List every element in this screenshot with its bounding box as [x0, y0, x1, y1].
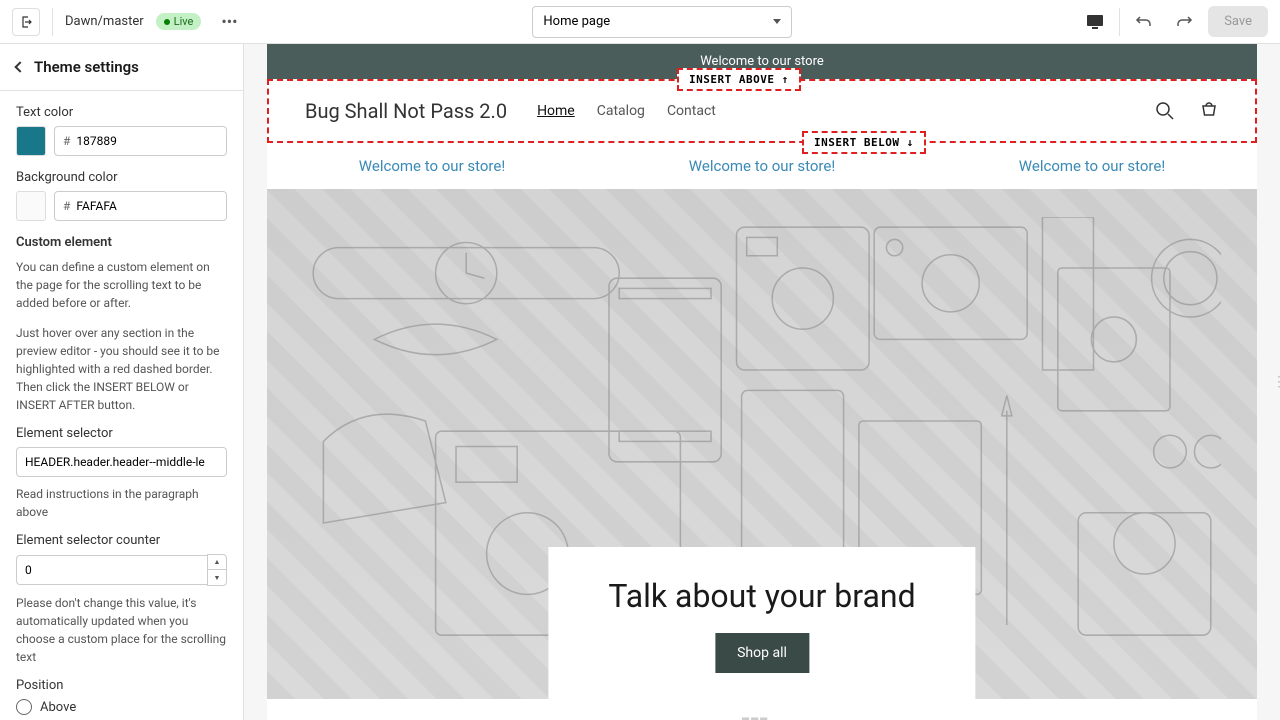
bg-color-row: # — [16, 191, 227, 221]
counter-row: ▲ ▼ — [16, 554, 227, 586]
custom-element-heading: Custom element — [16, 235, 227, 250]
position-label: Position — [16, 678, 227, 693]
hero-card: Talk about your brand Shop all — [548, 547, 975, 699]
nav-home[interactable]: Home — [537, 103, 575, 119]
counter-input[interactable] — [16, 555, 207, 585]
radio-icon — [16, 699, 32, 715]
counter-stepper: ▲ ▼ — [207, 554, 227, 586]
custom-help-1: You can define a custom element on the p… — [16, 258, 227, 312]
theme-name: Dawn/master — [65, 14, 144, 29]
position-above-label: Above — [40, 700, 76, 715]
step-down-button[interactable]: ▼ — [208, 570, 226, 585]
marquee-item: Welcome to our store! — [689, 157, 835, 175]
main: Theme settings Text color # Background c… — [0, 44, 1280, 720]
custom-help-2: Just hover over any section in the previ… — [16, 324, 227, 414]
topbar-left: Dawn/master Live ••• — [12, 8, 246, 36]
resize-handle-right[interactable]: ⋮⋮ — [1272, 362, 1278, 402]
desktop-icon — [1086, 14, 1104, 30]
hero-section: Talk about your brand Shop all — [267, 189, 1257, 699]
hash-prefix: # — [63, 134, 70, 148]
chevron-left-icon — [14, 61, 25, 72]
store-brand: Bug Shall Not Pass 2.0 — [305, 99, 507, 123]
more-button[interactable]: ••• — [213, 8, 245, 35]
undo-icon — [1135, 13, 1153, 31]
text-color-label: Text color — [16, 105, 227, 120]
live-label: Live — [174, 15, 194, 28]
step-up-button[interactable]: ▲ — [208, 555, 226, 570]
scrolling-text: Welcome to our store! Welcome to our sto… — [267, 143, 1257, 189]
topbar-right: Save — [1079, 6, 1268, 38]
nav: Home Catalog Contact — [537, 103, 716, 119]
cart-icon[interactable] — [1199, 101, 1219, 121]
counter-label: Element selector counter — [16, 533, 227, 548]
page-select-value: Home page — [543, 14, 610, 29]
topbar: Dawn/master Live ••• Home page Save — [0, 0, 1280, 44]
nav-contact[interactable]: Contact — [667, 103, 716, 119]
insert-below-button[interactable]: INSERT BELOW ↓ — [802, 131, 926, 154]
undo-button[interactable] — [1128, 6, 1160, 38]
hero-cta-button[interactable]: Shop all — [715, 633, 809, 673]
divider — [52, 8, 53, 36]
sidebar: Theme settings Text color # Background c… — [0, 44, 244, 720]
exit-icon — [19, 15, 33, 29]
position-above-radio[interactable]: Above — [16, 699, 227, 715]
marquee-item: Welcome to our store! — [359, 157, 505, 175]
marquee-item: Welcome to our store! — [1019, 157, 1165, 175]
hash-prefix: # — [63, 199, 70, 213]
desktop-view-button[interactable] — [1079, 6, 1111, 38]
text-color-input-wrap: # — [54, 126, 227, 156]
sidebar-title: Theme settings — [34, 58, 139, 76]
nav-catalog[interactable]: Catalog — [597, 103, 645, 119]
bg-color-swatch[interactable] — [16, 191, 46, 221]
search-icon[interactable] — [1155, 101, 1175, 121]
redo-button[interactable] — [1168, 6, 1200, 38]
insert-above-button[interactable]: INSERT ABOVE ↑ — [677, 68, 801, 91]
divider — [1119, 8, 1120, 36]
hero-title: Talk about your brand — [608, 577, 915, 615]
sidebar-header[interactable]: Theme settings — [0, 44, 243, 91]
sidebar-body: Text color # Background color # Custom e… — [0, 91, 243, 720]
bg-color-input-wrap: # — [54, 191, 227, 221]
preview-header[interactable]: INSERT ABOVE ↑ Bug Shall Not Pass 2.0 Ho… — [267, 79, 1257, 143]
bg-color-input[interactable] — [76, 199, 218, 213]
selector-input[interactable] — [16, 447, 227, 477]
selector-label: Element selector — [16, 426, 227, 441]
header-icons — [1155, 101, 1219, 121]
chevron-down-icon — [773, 19, 781, 24]
selector-help: Read instructions in the paragraph above — [16, 485, 227, 521]
counter-help: Please don't change this value, it's aut… — [16, 594, 227, 666]
redo-icon — [1175, 13, 1193, 31]
page-select[interactable]: Home page — [532, 6, 792, 38]
text-color-swatch[interactable] — [16, 126, 46, 156]
text-color-row: # — [16, 126, 227, 156]
preview-canvas: Welcome to our store INSERT ABOVE ↑ Bug … — [267, 44, 1257, 720]
text-color-input[interactable] — [76, 134, 218, 148]
preview-wrap: Welcome to our store INSERT ABOVE ↑ Bug … — [244, 44, 1280, 720]
live-badge: Live — [156, 13, 202, 30]
save-button[interactable]: Save — [1208, 6, 1268, 37]
resize-handle-bottom[interactable]: ═══ — [742, 714, 782, 718]
live-dot-icon — [164, 19, 170, 25]
bg-color-label: Background color — [16, 170, 227, 185]
exit-button[interactable] — [12, 8, 40, 36]
